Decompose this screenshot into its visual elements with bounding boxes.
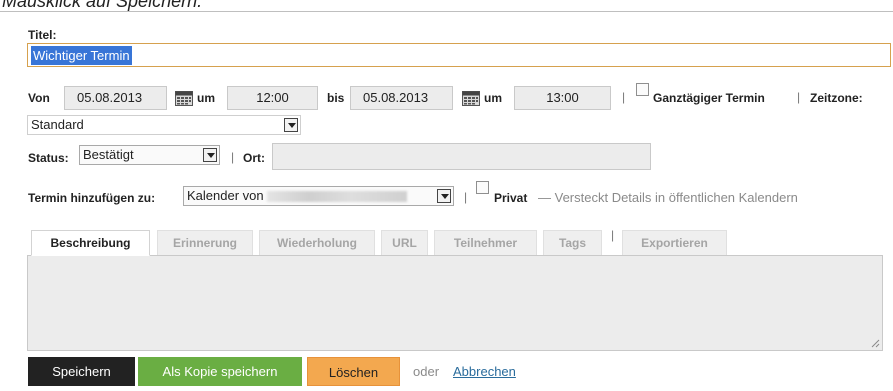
timezone-value: Standard (31, 117, 84, 132)
redacted-name (266, 191, 407, 203)
private-label: Privat (494, 191, 528, 205)
resize-grip-icon[interactable] (871, 339, 880, 348)
calendar-select[interactable]: Kalender von (183, 186, 454, 206)
calendar-icon[interactable] (462, 89, 480, 106)
caption-text: Mausklick auf Speichern. (0, 0, 893, 12)
start-date-field[interactable]: 05.08.2013 (64, 86, 167, 110)
title-label: Titel: (28, 28, 57, 42)
separator: | (797, 90, 801, 104)
save-copy-button[interactable]: Als Kopie speichern (138, 357, 302, 386)
tab-tags[interactable]: Tags (543, 230, 602, 256)
tab-wiederholung[interactable]: Wiederholung (259, 230, 375, 256)
tab-separator: | (611, 228, 615, 242)
calendar-icon[interactable] (175, 89, 193, 106)
timezone-label: Zeitzone: (810, 91, 863, 105)
tab-url[interactable]: URL (381, 230, 428, 256)
all-day-checkbox[interactable] (636, 83, 649, 96)
title-input[interactable]: Wichtiger Termin (27, 43, 891, 67)
chevron-down-icon (203, 148, 217, 162)
start-time-field[interactable]: 12:00 (227, 86, 318, 110)
end-time-field[interactable]: 13:00 (514, 86, 611, 110)
um-label-end: um (484, 91, 502, 105)
status-select[interactable]: Bestätigt (79, 145, 220, 165)
end-date-field[interactable]: 05.08.2013 (350, 86, 453, 110)
ort-input[interactable] (272, 143, 651, 170)
bis-label: bis (327, 91, 345, 105)
description-textarea[interactable] (27, 255, 883, 351)
save-button[interactable]: Speichern (28, 357, 135, 386)
calendar-value: Kalender von (187, 188, 264, 203)
cancel-link[interactable]: Abbrechen (453, 364, 516, 379)
von-label: Von (28, 91, 50, 105)
separator: | (231, 150, 235, 164)
ort-label: Ort: (243, 151, 265, 165)
separator: | (464, 190, 468, 204)
tab-beschreibung[interactable]: Beschreibung (31, 230, 150, 256)
um-label-start: um (197, 91, 215, 105)
tab-exportieren[interactable]: Exportieren (622, 230, 727, 256)
private-checkbox[interactable] (476, 181, 489, 194)
status-label: Status: (28, 151, 69, 165)
separator: | (622, 90, 626, 104)
chevron-down-icon (284, 118, 298, 132)
all-day-label: Ganztägiger Termin (653, 91, 765, 105)
tab-erinnerung[interactable]: Erinnerung (157, 230, 253, 256)
delete-button[interactable]: Löschen (307, 357, 400, 386)
add-to-label: Termin hinzufügen zu: (28, 191, 156, 205)
private-hint: — Versteckt Details in öffentlichen Kale… (538, 190, 798, 205)
tab-teilnehmer[interactable]: Teilnehmer (434, 230, 537, 256)
title-input-selected-text: Wichtiger Termin (31, 46, 132, 65)
or-text: oder (413, 364, 440, 379)
status-value: Bestätigt (83, 147, 134, 162)
timezone-select[interactable]: Standard (27, 115, 301, 135)
chevron-down-icon (437, 189, 451, 203)
